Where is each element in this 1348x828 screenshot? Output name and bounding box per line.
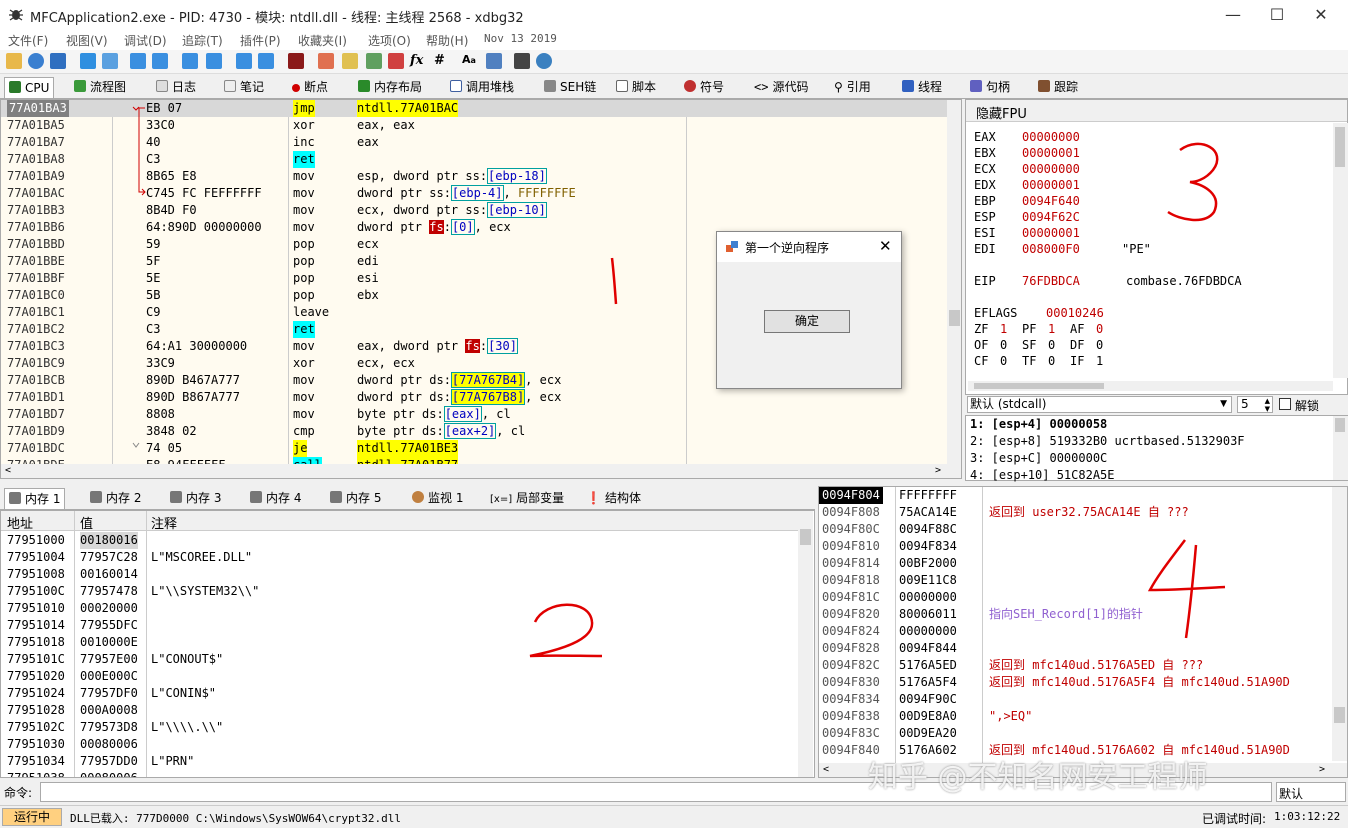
handwritten-annotations (529, 142, 1226, 658)
watermark: 知乎 @不知名网安工程师 (868, 760, 1208, 795)
